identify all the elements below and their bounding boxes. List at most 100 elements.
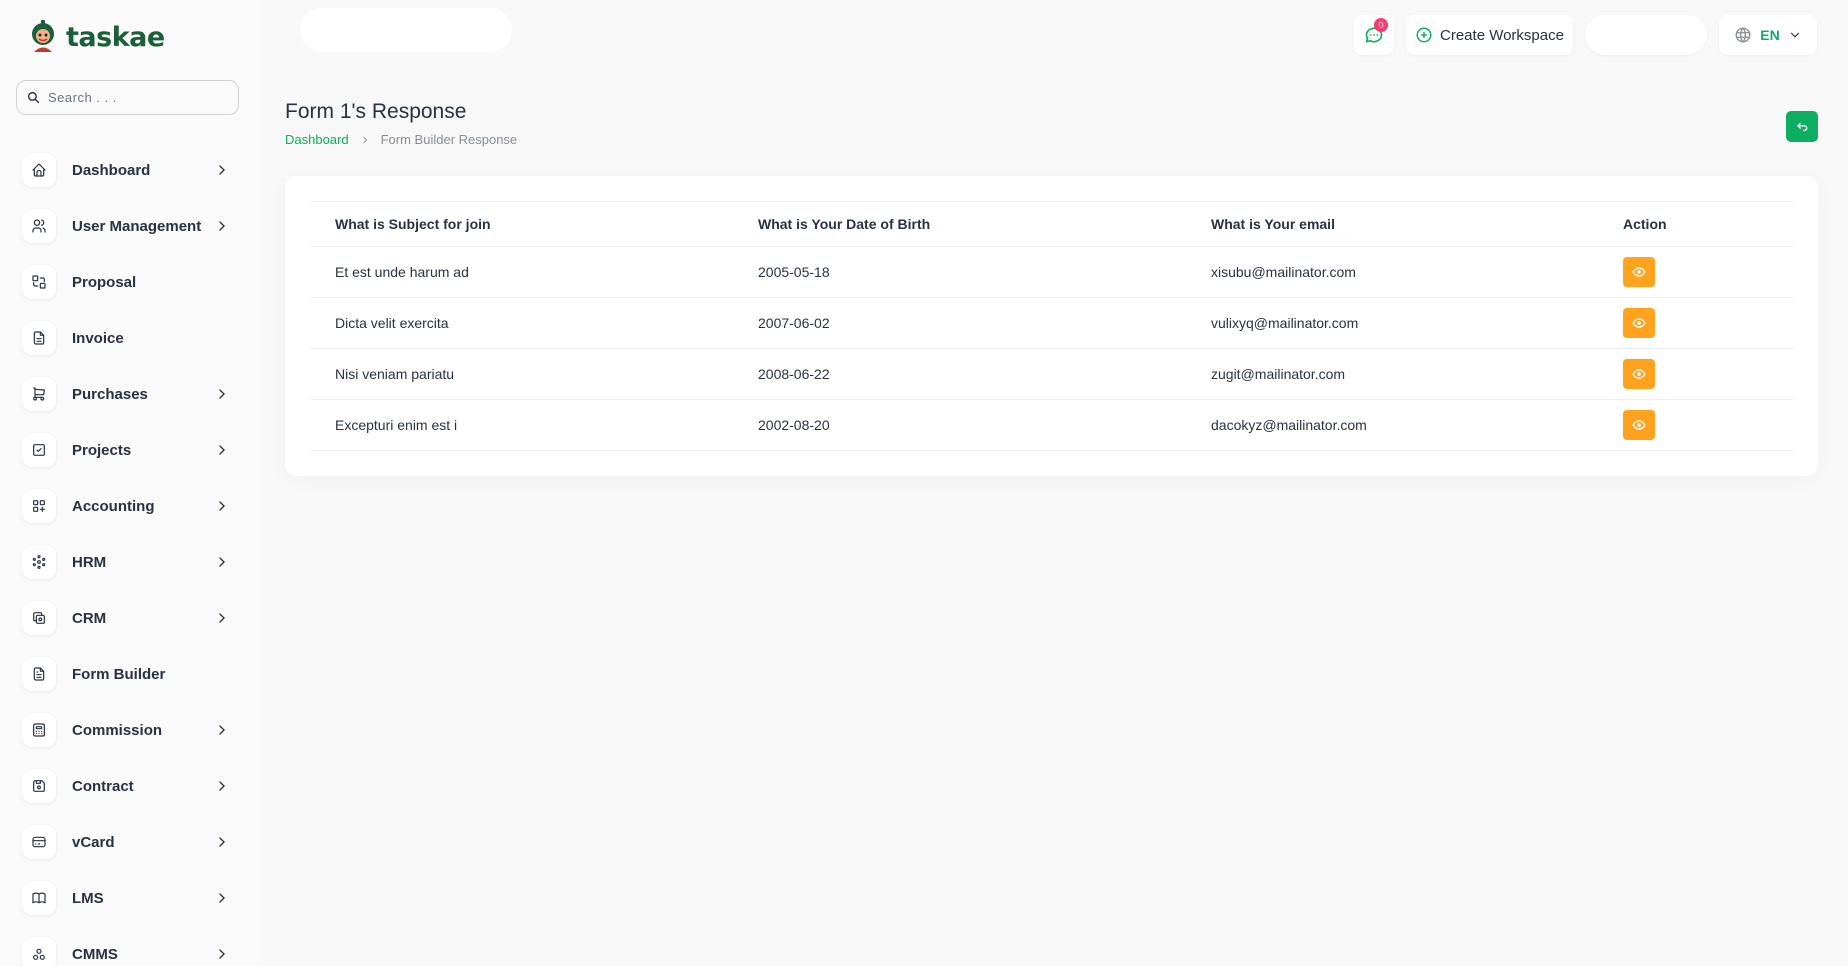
crm-icon — [22, 601, 56, 635]
sidebar-item-cmms[interactable]: CMMS — [22, 934, 234, 966]
table-row: Et est unde harum ad 2005-05-18 xisubu@mai… — [311, 246, 1793, 298]
sidebar-item-label: vCard — [72, 833, 115, 851]
cell-email: vulixyq@mailinator.com — [1187, 297, 1599, 349]
brand[interactable]: taskae — [28, 18, 165, 56]
messages-button[interactable]: 0 — [1354, 15, 1394, 55]
shopping-cart-icon — [22, 377, 56, 411]
sidebar-item-user-management[interactable]: User Management — [22, 206, 234, 246]
chevron-right-icon — [219, 949, 225, 959]
chevron-right-icon — [219, 893, 225, 903]
cell-email: zugit@mailinator.com — [1187, 348, 1599, 400]
cell-dob: 2007-06-02 — [734, 297, 1187, 349]
sidebar-item-vcard[interactable]: vCard — [22, 822, 234, 862]
breadcrumb: Dashboard Form Builder Response — [285, 132, 517, 147]
sidebar-item-proposal[interactable]: Proposal — [22, 262, 234, 302]
search-box — [16, 80, 239, 115]
sidebar-item-contract[interactable]: Contract — [22, 766, 234, 806]
back-button[interactable] — [1786, 111, 1818, 142]
cell-dob: 2002-08-20 — [734, 399, 1187, 451]
users-icon — [22, 209, 56, 243]
cmms-icon — [22, 937, 56, 966]
sidebar-item-purchases[interactable]: Purchases — [22, 374, 234, 414]
sidebar-item-label: Projects — [72, 441, 132, 459]
view-response-button[interactable] — [1623, 359, 1655, 389]
sidebar: taskae Dashboard User Management Proposal I… — [0, 0, 262, 966]
sidebar-item-label: Accounting — [72, 497, 155, 515]
view-response-button[interactable] — [1623, 257, 1655, 287]
language-dropdown[interactable]: EN — [1719, 15, 1817, 55]
cell-action — [1599, 246, 1793, 298]
chevron-right-icon — [219, 557, 225, 567]
chevron-right-icon — [219, 837, 225, 847]
page-title: Form 1's Response — [285, 100, 467, 123]
table-row: Excepturi enim est i 2002-08-20 dacokyz@ma… — [311, 399, 1793, 451]
file-invoice-icon — [22, 321, 56, 355]
brand-name: taskae — [66, 21, 165, 53]
sidebar-item-lms[interactable]: LMS — [22, 878, 234, 918]
sidebar-item-projects[interactable]: Projects — [22, 430, 234, 470]
message-count-badge: 0 — [1374, 18, 1388, 32]
sidebar-item-invoice[interactable]: Invoice — [22, 318, 234, 358]
table-header-row: What is Subject for join What is Your Da… — [311, 201, 1793, 247]
sidebar-item-commission[interactable]: Commission — [22, 710, 234, 750]
sidebar-item-accounting[interactable]: Accounting — [22, 486, 234, 526]
eye-icon — [1632, 420, 1646, 430]
arrow-back-up-icon — [1797, 122, 1808, 131]
sidebar-item-label: Proposal — [72, 273, 137, 291]
table-body: Et est unde harum ad 2005-05-18 xisubu@mai… — [311, 246, 1793, 451]
chevron-down-icon — [1790, 32, 1799, 38]
cell-dob: 2005-05-18 — [734, 246, 1187, 298]
table-row: Dicta velit exercita 2007-06-02 vulixyq@ma… — [311, 297, 1793, 349]
sidebar-item-label: HRM — [72, 553, 107, 571]
sidebar-item-label: LMS — [72, 889, 104, 907]
sidebar-item-hrm[interactable]: HRM — [22, 542, 234, 582]
book-icon — [22, 881, 56, 915]
view-response-button[interactable] — [1623, 308, 1655, 338]
language-label: EN — [1760, 27, 1780, 43]
sidebar-item-label: Dashboard — [72, 161, 151, 179]
column-header-email: What is Your email — [1187, 201, 1599, 247]
eye-icon — [1632, 318, 1646, 328]
layout-grid-add-icon — [22, 489, 56, 523]
sidebar-item-crm[interactable]: CRM — [22, 598, 234, 638]
circle-plus-icon — [1416, 27, 1432, 43]
column-header-subject: What is Subject for join — [311, 201, 734, 247]
breadcrumb-dashboard-link[interactable]: Dashboard — [285, 132, 349, 147]
table-row: Nisi veniam pariatu 2008-06-22 zugit@maili… — [311, 348, 1793, 400]
calculator-icon — [22, 713, 56, 747]
sidebar-item-form-builder[interactable]: Form Builder — [22, 654, 234, 694]
sidebar-item-label: CMMS — [72, 945, 118, 963]
user-menu-button[interactable] — [1585, 15, 1707, 55]
sidebar-item-dashboard[interactable]: Dashboard — [22, 150, 234, 190]
sidebar-item-label: Commission — [72, 721, 163, 739]
chevron-right-icon — [219, 613, 225, 623]
sidebar-item-label: Form Builder — [72, 665, 166, 683]
cell-action — [1599, 297, 1793, 349]
square-check-icon — [22, 433, 56, 467]
sidebar-item-label: User Management — [72, 217, 202, 235]
breadcrumb-current: Form Builder Response — [380, 132, 518, 147]
proposal-icon — [22, 265, 56, 299]
header-blank-area — [300, 8, 512, 52]
credit-card-icon — [22, 825, 56, 859]
cell-subject: Dicta velit exercita — [311, 297, 734, 349]
responses-table: What is Subject for join What is Your Da… — [311, 201, 1793, 451]
chevron-right-icon — [219, 445, 225, 455]
search-icon — [27, 91, 40, 104]
eye-icon — [1632, 267, 1646, 277]
cell-email: dacokyz@mailinator.com — [1187, 399, 1599, 451]
home-icon — [22, 153, 56, 187]
device-floppy-icon — [22, 769, 56, 803]
search-input[interactable] — [48, 90, 218, 105]
eye-icon — [1632, 369, 1646, 379]
file-text-icon — [22, 657, 56, 691]
sidebar-item-label: Contract — [72, 777, 134, 795]
create-workspace-button[interactable]: Create Workspace — [1406, 15, 1573, 55]
column-header-action: Action — [1599, 201, 1793, 247]
cell-email: xisubu@mailinator.com — [1187, 246, 1599, 298]
view-response-button[interactable] — [1623, 410, 1655, 440]
cell-action — [1599, 399, 1793, 451]
chevron-right-icon — [219, 501, 225, 511]
cell-subject: Excepturi enim est i — [311, 399, 734, 451]
column-header-dob: What is Your Date of Birth — [734, 201, 1187, 247]
